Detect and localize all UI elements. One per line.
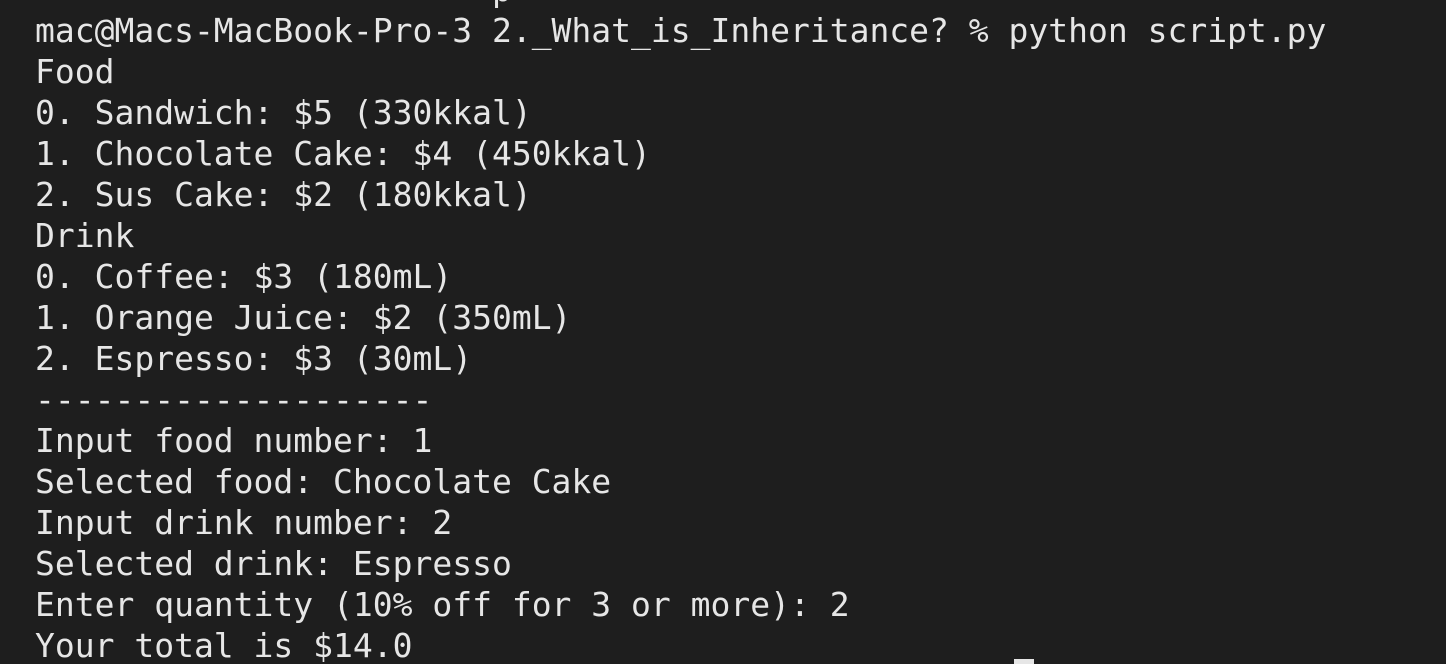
terminal-output: p mac@Macs-MacBook-Pro-3 2._What_is_Inhe… [35, 0, 1326, 664]
terminal-line: 0. Sandwich: $5 (330kkal) [35, 93, 532, 132]
terminal-line: Food [35, 52, 115, 91]
terminal-line: 2. Espresso: $3 (30mL) [35, 339, 473, 378]
terminal-line-partial: p [35, 0, 1326, 10]
terminal-line: Your total is $14.0 [35, 626, 413, 664]
terminal-line: 0. Coffee: $3 (180mL) [35, 257, 453, 296]
terminal-line: 2. Sus Cake: $2 (180kkal) [35, 175, 532, 214]
terminal-line-prompt: mac@Macs-MacBook-Pro-3 2._What_is_Inheri… [35, 11, 1327, 50]
terminal-line: Input food number: 1 [35, 421, 433, 460]
terminal-line: 1. Orange Juice: $2 (350mL) [35, 298, 572, 337]
terminal-line: Selected food: Chocolate Cake [35, 462, 612, 501]
terminal-line: Enter quantity (10% off for 3 or more): … [35, 585, 850, 624]
terminal-line: Selected drink: Espresso [35, 544, 512, 583]
text-cursor [1014, 659, 1034, 664]
terminal-window[interactable]: p mac@Macs-MacBook-Pro-3 2._What_is_Inhe… [0, 0, 1446, 664]
terminal-line: Input drink number: 2 [35, 503, 453, 542]
terminal-line: 1. Chocolate Cake: $4 (450kkal) [35, 134, 651, 173]
terminal-line: Drink [35, 216, 135, 255]
terminal-divider: -------------------- [35, 380, 433, 419]
